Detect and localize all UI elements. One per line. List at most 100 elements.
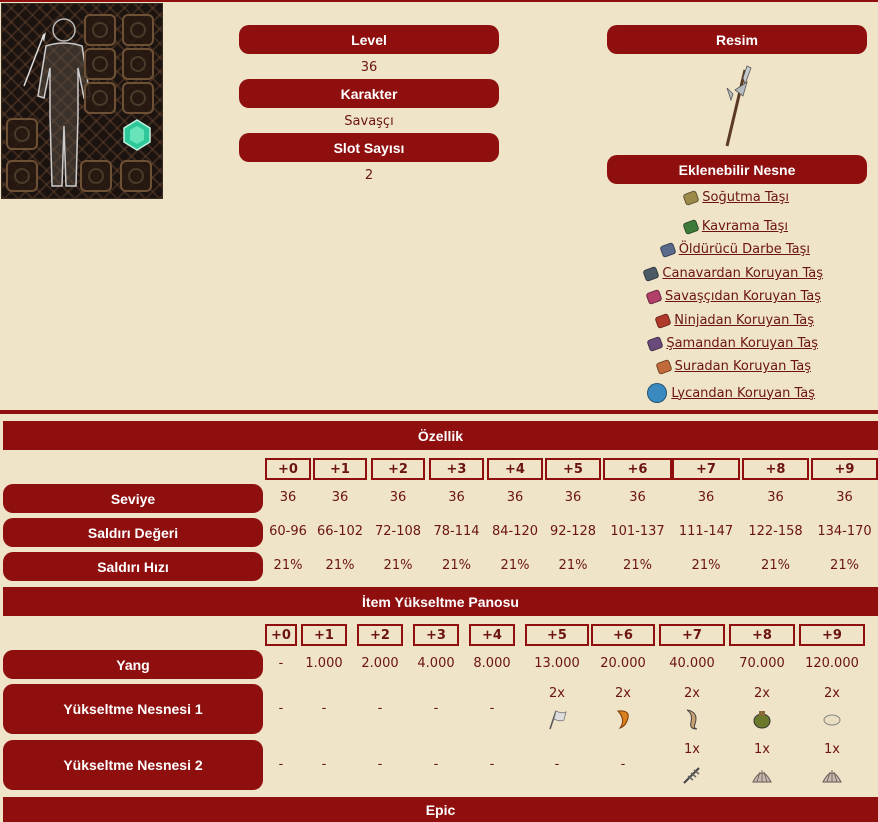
stone-link[interactable]: Ninjadan Koruyan Taş xyxy=(674,313,814,328)
stone-link[interactable]: Öldürücü Darbe Taşı xyxy=(679,242,810,257)
ozellik-cell: 122-158 xyxy=(748,524,803,539)
earring-slot[interactable] xyxy=(122,48,154,80)
ozellik-row-label: Seviye xyxy=(3,484,263,513)
section-separator xyxy=(0,410,878,414)
oz-level-box: +2 xyxy=(371,458,425,480)
armor-slot[interactable] xyxy=(84,14,116,46)
ozellik-cell: 21% xyxy=(761,558,790,573)
necklace-slot[interactable] xyxy=(122,82,154,114)
mat2-cell: - xyxy=(321,757,327,772)
oz-level-box: +9 xyxy=(811,458,878,480)
up-level-box: +6 xyxy=(591,624,655,646)
weapon-image-icon xyxy=(725,65,752,147)
up-level-box: +2 xyxy=(357,624,403,646)
ozellik-cell: 36 xyxy=(389,490,407,505)
mat1-qty: 2x xyxy=(824,686,840,701)
warrior-stone-icon xyxy=(645,288,663,305)
mat2-label: Yükseltme Nesnesi 2 xyxy=(3,740,263,790)
shield-slot[interactable] xyxy=(84,48,116,80)
bracelet-slot[interactable] xyxy=(84,82,116,114)
stone-link[interactable]: Canavardan Koruyan Taş xyxy=(662,266,823,281)
pouch-icon xyxy=(751,708,773,730)
yang-cell: 1.000 xyxy=(305,656,343,671)
ring-slot[interactable] xyxy=(6,118,38,150)
stone-link[interactable]: Suradan Koruyan Taş xyxy=(675,359,811,374)
earring-slot-icon xyxy=(130,56,146,72)
oz-level-box: +7 xyxy=(672,458,740,480)
talisman-slot[interactable] xyxy=(120,160,152,192)
ozellik-cell: 36 xyxy=(836,490,853,505)
ozellik-cell: 21% xyxy=(325,558,355,573)
epic-header: Epic xyxy=(3,797,878,822)
stone-item: Savaşçıdan Koruyan Taş xyxy=(645,288,821,305)
stone-link[interactable]: Şamandan Koruyan Taş xyxy=(666,336,818,351)
ozellik-cell: 78-114 xyxy=(433,524,480,539)
emerald-gem-icon xyxy=(123,119,151,151)
character-header: Karakter xyxy=(239,79,499,108)
shell-icon xyxy=(751,764,773,786)
shield-slot-icon xyxy=(92,56,108,72)
mat2-cell: - xyxy=(377,757,383,772)
talisman-slot-icon xyxy=(128,168,144,184)
slot-count-header: Slot Sayısı xyxy=(239,133,499,162)
upgrade-header: İtem Yükseltme Panosu xyxy=(3,587,878,616)
stone-item: Suradan Koruyan Taş xyxy=(654,358,811,375)
ozellik-cell: 66-102 xyxy=(316,524,364,539)
yang-cell: 120.000 xyxy=(805,656,859,671)
mat2-qty: 1x xyxy=(824,742,840,757)
up-level-box: +5 xyxy=(525,624,589,646)
image-header: Resim xyxy=(607,25,867,54)
ninja-stone-icon xyxy=(654,312,672,329)
grip-stone-icon xyxy=(682,218,700,235)
ozellik-cell: 134-170 xyxy=(817,524,872,539)
helmet-slot[interactable] xyxy=(122,14,154,46)
ozellik-row-label: Saldırı Hızı xyxy=(3,552,263,581)
shell-icon xyxy=(821,764,843,786)
addable-items-header: Eklenebilir Nesne xyxy=(607,155,867,184)
mat1-cell: - xyxy=(489,701,495,716)
ozellik-cell: 36 xyxy=(697,490,715,505)
stone-item: Kavrama Taşı xyxy=(682,218,788,235)
yang-cell: 4.000 xyxy=(417,656,455,671)
ozellik-row-label: Saldırı Değeri xyxy=(3,518,263,547)
stone-link[interactable]: Lycandan Koruyan Taş xyxy=(671,386,815,401)
stone-item: Canavardan Koruyan Taş xyxy=(642,265,823,282)
stone-link[interactable]: Kavrama Taşı xyxy=(702,219,788,234)
up-level-box: +9 xyxy=(799,624,865,646)
stone-link[interactable]: Savaşçıdan Koruyan Taş xyxy=(665,289,821,304)
lycan-stone-icon xyxy=(647,383,668,403)
yang-cell: 8.000 xyxy=(473,656,511,671)
ozellik-cell: 21% xyxy=(691,558,721,573)
bracelet-slot-icon xyxy=(92,90,108,106)
top-border xyxy=(0,0,878,2)
stone-item: Soğutma Taşı xyxy=(682,189,789,206)
yang-cell: 2.000 xyxy=(361,656,399,671)
mat1-cell: - xyxy=(321,701,327,716)
oz-level-box: +1 xyxy=(313,458,367,480)
mat1-cell: - xyxy=(377,701,383,716)
ozellik-cell: 36 xyxy=(767,490,784,505)
shaman-stone-icon xyxy=(646,335,664,352)
critical-stone-icon xyxy=(659,241,677,258)
armor-slot-icon xyxy=(92,22,108,38)
oz-level-box: +3 xyxy=(429,458,484,480)
belt-slot[interactable] xyxy=(80,160,112,192)
fish-bone-icon xyxy=(681,764,703,786)
stone-item: Şamandan Koruyan Taş xyxy=(646,335,818,352)
shoes-slot-icon xyxy=(14,168,30,184)
ozellik-cell: 36 xyxy=(448,490,465,505)
stone-link[interactable]: Soğutma Taşı xyxy=(702,190,789,205)
shoes-slot[interactable] xyxy=(6,160,38,192)
stone-item: Öldürücü Darbe Taşı xyxy=(659,241,810,258)
ozellik-cell: 36 xyxy=(331,490,349,505)
spear-slot-icon xyxy=(23,32,46,87)
cooling-stone-icon xyxy=(682,189,700,206)
up-level-box: +7 xyxy=(659,624,725,646)
ozellik-cell: 21% xyxy=(442,558,471,573)
up-level-box: +1 xyxy=(301,624,347,646)
monster-stone-icon xyxy=(642,265,661,282)
yang-label: Yang xyxy=(3,650,263,679)
mat2-cell: - xyxy=(620,757,626,772)
flag-icon xyxy=(546,708,568,730)
ring-slot-icon xyxy=(14,126,30,142)
